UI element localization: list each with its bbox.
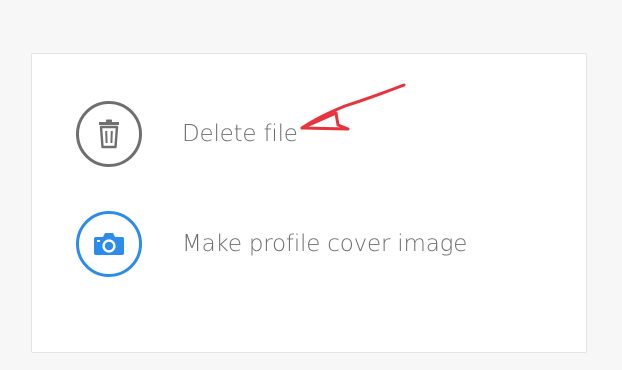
make-profile-cover-label: Make profile cover image [182, 231, 468, 257]
camera-icon [94, 233, 124, 255]
delete-file-option[interactable]: Delete file [76, 98, 556, 170]
delete-icon-circle [76, 101, 142, 167]
camera-icon-circle [76, 211, 142, 277]
trash-icon [99, 119, 119, 149]
make-profile-cover-option[interactable]: Make profile cover image [76, 208, 556, 280]
delete-file-label: Delete file [182, 121, 298, 147]
options-panel: Delete file Make profile cover image [31, 53, 587, 353]
